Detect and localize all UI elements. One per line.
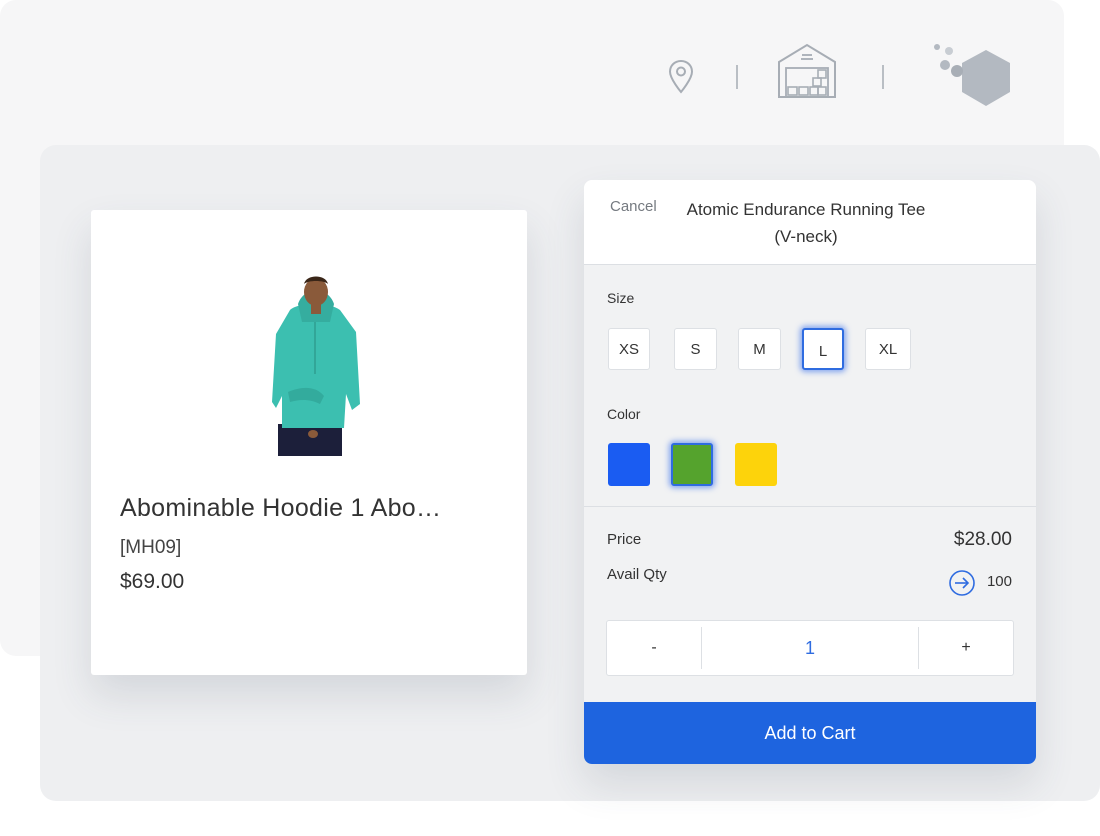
dialog-title-line2: (V-neck) bbox=[774, 227, 838, 246]
size-option-m[interactable]: M bbox=[738, 328, 781, 370]
quantity-decrement-button[interactable]: - bbox=[607, 621, 701, 675]
dialog-title-line1: Atomic Endurance Running Tee bbox=[686, 200, 926, 219]
avail-qty-value: 100 bbox=[986, 573, 1012, 590]
size-option-s[interactable]: S bbox=[674, 328, 717, 370]
price-label: Price bbox=[607, 531, 642, 548]
product-name: Abominable Hoodie 1 Abo… bbox=[120, 494, 442, 522]
quantity-input[interactable] bbox=[702, 621, 918, 675]
product-image bbox=[272, 276, 360, 456]
product-sku: [MH09] bbox=[120, 537, 182, 558]
arrow-circle-right-icon[interactable] bbox=[948, 569, 976, 597]
size-option-xl[interactable]: XL bbox=[865, 328, 911, 370]
color-swatch-blue[interactable] bbox=[608, 443, 650, 486]
size-option-l[interactable]: L bbox=[802, 328, 844, 370]
avail-qty-label: Avail Qty bbox=[607, 566, 667, 583]
cancel-button[interactable]: Cancel bbox=[610, 198, 657, 215]
pos-app-screen: Abominable Hoodie 1 Abo… [MH09] $69.00 C… bbox=[0, 0, 1100, 836]
product-options-dialog: Cancel Atomic Endurance Running Tee (V-n… bbox=[584, 180, 1036, 764]
warehouse-icon[interactable] bbox=[776, 42, 838, 100]
dialog-title: Atomic Endurance Running Tee (V-neck) bbox=[676, 196, 936, 250]
dialog-header: Cancel Atomic Endurance Running Tee (V-n… bbox=[584, 180, 1036, 265]
price-value: $28.00 bbox=[953, 529, 1012, 550]
product-price: $69.00 bbox=[120, 570, 185, 593]
size-option-xs[interactable]: XS bbox=[608, 328, 650, 370]
top-toolbar bbox=[0, 0, 1064, 140]
map-pin-icon[interactable] bbox=[667, 58, 695, 96]
toolbar-separator bbox=[882, 65, 884, 89]
color-swatch-green[interactable] bbox=[671, 443, 713, 486]
add-to-cart-button[interactable]: Add to Cart bbox=[584, 702, 1036, 764]
color-label: Color bbox=[607, 406, 641, 422]
hexagon-logo-icon[interactable] bbox=[930, 42, 1014, 112]
toolbar-separator bbox=[736, 65, 738, 89]
section-divider bbox=[584, 506, 1036, 507]
color-swatch-yellow[interactable] bbox=[735, 443, 777, 486]
quantity-stepper: - + bbox=[606, 620, 1014, 676]
quantity-increment-button[interactable]: + bbox=[919, 621, 1013, 675]
size-label: Size bbox=[607, 290, 635, 306]
